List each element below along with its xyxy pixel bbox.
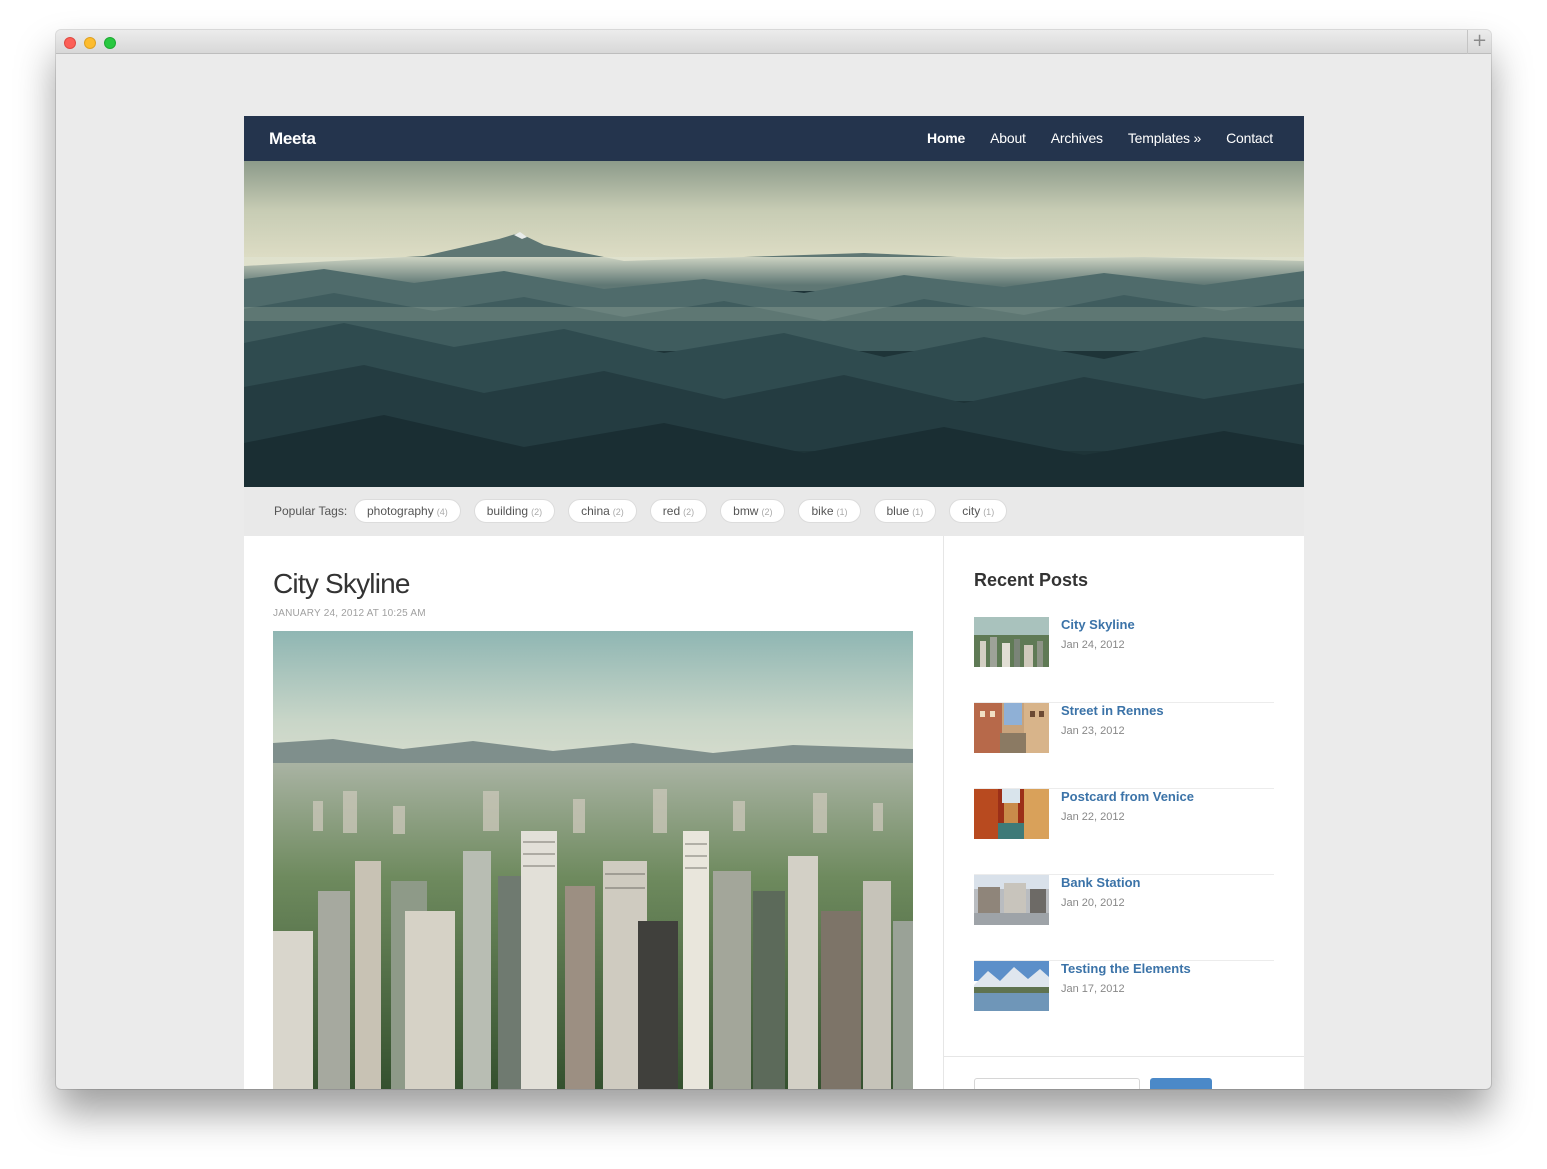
browser-titlebar: + bbox=[56, 30, 1491, 54]
recent-post-date: Jan 20, 2012 bbox=[1061, 897, 1125, 909]
close-window-button[interactable] bbox=[64, 37, 76, 49]
nav-home[interactable]: Home bbox=[927, 130, 965, 146]
site-navbar: Meeta Home About Archives Templates » Co… bbox=[244, 116, 1304, 161]
maximize-window-button[interactable] bbox=[104, 37, 116, 49]
recent-posts-heading: Recent Posts bbox=[974, 570, 1089, 590]
tag-count: (1) bbox=[836, 507, 848, 517]
nav-templates[interactable]: Templates » bbox=[1128, 130, 1201, 146]
tag-bmw[interactable]: bmw (2) bbox=[720, 499, 786, 523]
recent-post-item: Street in Rennes Jan 23, 2012 bbox=[974, 703, 1274, 789]
recent-post-title[interactable]: City Skyline bbox=[1061, 617, 1135, 632]
tag-name: blue bbox=[886, 504, 910, 518]
recent-post-item: Bank Station Jan 20, 2012 bbox=[974, 875, 1274, 961]
tag-count: (1) bbox=[983, 507, 995, 517]
main-content: City Skyline January 24, 2012 at 10:25 A… bbox=[244, 536, 944, 1089]
tag-red[interactable]: red (2) bbox=[649, 499, 708, 523]
tag-count: (2) bbox=[612, 507, 624, 517]
tag-building[interactable]: building (2) bbox=[473, 499, 556, 523]
city-thumbnail-illustration bbox=[974, 617, 1049, 667]
street-thumbnail-illustration bbox=[974, 703, 1049, 753]
sidebar-divider bbox=[944, 1056, 1304, 1057]
tag-list: photography (4) building (2) china (2) red(… bbox=[354, 499, 1008, 523]
tag-china[interactable]: china (2) bbox=[568, 499, 637, 523]
hero-mountain-image bbox=[244, 161, 1304, 487]
recent-post-thumbnail[interactable] bbox=[974, 703, 1049, 753]
tag-name: photography bbox=[367, 504, 434, 518]
search-button[interactable] bbox=[1150, 1078, 1212, 1089]
recent-post-date: Jan 24, 2012 bbox=[1061, 639, 1125, 651]
recent-post-title[interactable]: Postcard from Venice bbox=[1061, 789, 1194, 804]
recent-post-item: City Skyline Jan 24, 2012 bbox=[974, 617, 1274, 703]
minimize-window-button[interactable] bbox=[84, 37, 96, 49]
tag-photography[interactable]: photography (4) bbox=[354, 499, 461, 523]
recent-posts-list: City Skyline Jan 24, 2012 Street in Renn… bbox=[974, 617, 1274, 1047]
recent-post-thumbnail[interactable] bbox=[974, 875, 1049, 925]
tag-name: china bbox=[581, 504, 610, 518]
tag-name: city bbox=[962, 504, 981, 518]
website: Meeta Home About Archives Templates » Co… bbox=[244, 116, 1304, 1089]
tag-name: building bbox=[486, 504, 529, 518]
recent-post-item: Postcard from Venice Jan 22, 2012 bbox=[974, 789, 1274, 875]
tag-count: (2) bbox=[761, 507, 773, 517]
tag-count: (4) bbox=[436, 507, 448, 517]
browser-window: + Meeta Home About Archives Templates » … bbox=[56, 30, 1491, 1089]
popular-tags-bar: Popular Tags: photography (4) building (2)… bbox=[244, 487, 1304, 536]
site-brand-logo[interactable]: Meeta bbox=[269, 129, 316, 149]
nav-about[interactable]: About bbox=[990, 130, 1026, 146]
recent-post-thumbnail[interactable] bbox=[974, 961, 1049, 1011]
tag-bike[interactable]: bike (1) bbox=[798, 499, 861, 523]
post-date: January 24, 2012 at 10:25 AM bbox=[273, 608, 426, 619]
nav-archives[interactable]: Archives bbox=[1051, 130, 1103, 146]
recent-post-thumbnail[interactable] bbox=[974, 789, 1049, 839]
recent-post-item: Testing the Elements Jan 17, 2012 bbox=[974, 961, 1274, 1047]
recent-post-date: Jan 22, 2012 bbox=[1061, 811, 1125, 823]
nav-contact[interactable]: Contact bbox=[1226, 130, 1273, 146]
new-tab-button[interactable]: + bbox=[1467, 30, 1491, 54]
recent-post-date: Jan 23, 2012 bbox=[1061, 725, 1125, 737]
post-title[interactable]: City Skyline bbox=[273, 568, 410, 600]
recent-post-title[interactable]: Testing the Elements bbox=[1061, 961, 1191, 976]
main-nav: Home About Archives Templates » Contact bbox=[927, 130, 1273, 146]
recent-post-title[interactable]: Bank Station bbox=[1061, 875, 1140, 890]
tag-name: bike bbox=[811, 504, 834, 518]
recent-post-date: Jan 17, 2012 bbox=[1061, 983, 1125, 995]
tag-name: red bbox=[662, 504, 681, 518]
city-skyline-illustration bbox=[273, 631, 913, 1089]
lake-thumbnail-illustration bbox=[974, 961, 1049, 1011]
post-featured-image[interactable] bbox=[273, 631, 913, 1089]
tag-name: bmw bbox=[733, 504, 759, 518]
search-input[interactable] bbox=[974, 1078, 1140, 1089]
venice-thumbnail-illustration bbox=[974, 789, 1049, 839]
tag-blue[interactable]: blue (1) bbox=[873, 499, 937, 523]
popular-tags-label: Popular Tags: bbox=[274, 504, 348, 518]
tag-count: (2) bbox=[683, 507, 695, 517]
recent-post-thumbnail[interactable] bbox=[974, 617, 1049, 667]
recent-post-title[interactable]: Street in Rennes bbox=[1061, 703, 1164, 718]
bank-station-thumbnail-illustration bbox=[974, 875, 1049, 925]
tag-count: (1) bbox=[912, 507, 924, 517]
hero-mountain-illustration bbox=[244, 161, 1304, 487]
tag-city[interactable]: city (1) bbox=[949, 499, 1008, 523]
sidebar: Recent Posts City Skyline Jan 24, 2012 S… bbox=[943, 536, 1304, 1089]
tag-count: (2) bbox=[531, 507, 543, 517]
